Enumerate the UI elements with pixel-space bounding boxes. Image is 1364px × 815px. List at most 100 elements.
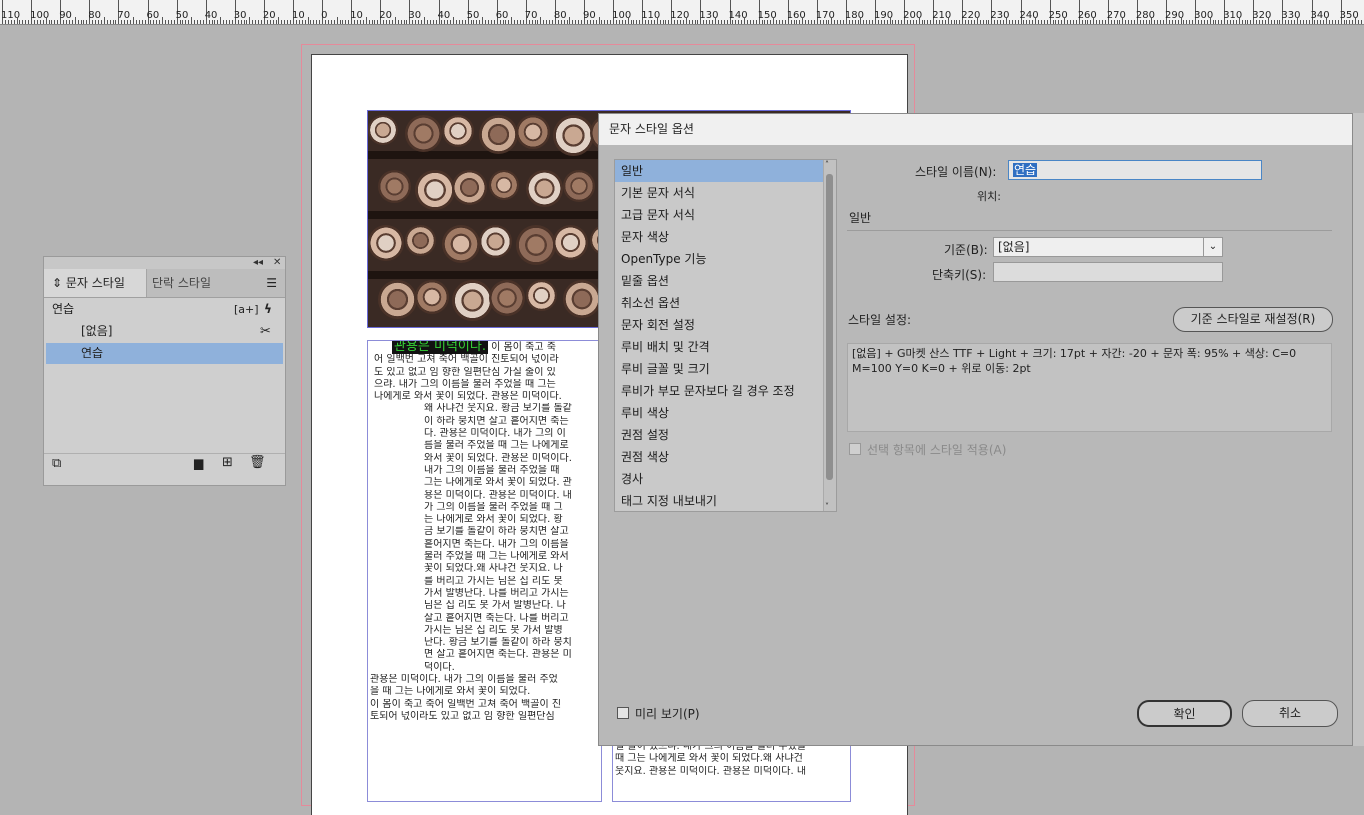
character-style-options-dialog: 문자 스타일 옵션 일반기본 문자 서식고급 문자 서식문자 색상OpenTyp… [598, 113, 1353, 746]
text-frame-column-1[interactable]: 관용은 미덕이다. 이 몸이 죽고 죽 어 일백번 고쳐 죽어 백골이 진토되어… [367, 340, 602, 802]
text-line: 면 살고 흩어지면 죽는다. 관용은 미 [368, 649, 601, 661]
ruler-minor-tick [1012, 20, 1013, 24]
category-item[interactable]: 루비 배치 및 간격 [615, 336, 836, 358]
text-line: 가서 발병난다. 나를 버리고 가시는 [368, 588, 601, 600]
scroll-down-icon[interactable]: ˅ [825, 502, 829, 511]
apply-style-to-selection-checkbox[interactable]: 선택 항목에 스타일 적용(A) [849, 441, 1006, 458]
ruler-minor-tick [823, 20, 824, 24]
ruler-minor-tick [520, 20, 521, 24]
ruler-minor-tick [532, 20, 533, 24]
scroll-up-icon[interactable]: ˄ [825, 160, 829, 169]
category-item[interactable]: 권점 설정 [615, 424, 836, 446]
ok-button[interactable]: 확인 [1137, 700, 1232, 727]
text-line: 때 그는 나에게로 와서 꽃이 되었다.왜 사냐건 [613, 753, 850, 765]
ruler-minor-tick [1247, 20, 1248, 24]
category-item-selected[interactable]: 일반 [615, 160, 836, 182]
collapse-panel-icon[interactable]: ◂◂ [253, 257, 263, 268]
ruler-minor-tick [677, 20, 678, 24]
ruler-minor-tick [273, 20, 274, 24]
scroll-thumb[interactable] [826, 174, 833, 480]
ruler-minor-tick [997, 20, 998, 24]
category-list[interactable]: 일반기본 문자 서식고급 문자 서식문자 색상OpenType 기능밑줄 옵션취… [614, 159, 837, 512]
ruler-minor-tick [753, 20, 754, 24]
text-frame-column-2[interactable]: 실 줄이 있으랴. 내가 그의 이름을 불러 주었을때 그는 나에게로 와서 꽃… [612, 740, 851, 802]
ruler-minor-tick [523, 20, 524, 24]
category-item[interactable]: 태그 지정 내보내기 [615, 490, 836, 512]
text-line: 왜 사냐건 웃지요. 황금 보기를 돌같 [368, 403, 601, 415]
ruler-minor-tick [427, 20, 428, 24]
cancel-button[interactable]: 취소 [1242, 700, 1338, 727]
tab-paragraph-styles[interactable]: 단락 스타일 [144, 269, 219, 297]
category-item[interactable]: 권점 색상 [615, 446, 836, 468]
ruler-minor-tick [1131, 20, 1132, 24]
category-item[interactable]: 고급 문자 서식 [615, 204, 836, 226]
category-item[interactable]: 루비 글꼴 및 크기 [615, 358, 836, 380]
ruler-minor-tick [334, 20, 335, 24]
ruler-minor-tick [1058, 20, 1059, 24]
ruler-minor-tick [130, 20, 131, 24]
panel-menu-icon[interactable]: ☰ [266, 276, 277, 290]
ruler-minor-tick [1044, 20, 1045, 24]
style-name-input[interactable]: 연습 [1008, 160, 1262, 180]
based-on-select[interactable]: [없음] ⌄ [993, 237, 1223, 257]
preview-checkbox[interactable]: 미리 보기(P) [617, 705, 700, 722]
ruler-minor-tick [968, 20, 969, 24]
category-item[interactable]: OpenType 기능 [615, 248, 836, 270]
ruler-minor-tick [1274, 20, 1275, 24]
ruler-minor-tick [1090, 20, 1091, 24]
ruler-minor-tick [529, 20, 530, 24]
quick-apply-new-style-icon[interactable]: [a+] [234, 299, 259, 320]
ruler-minor-tick [1236, 20, 1237, 24]
ruler-minor-tick [348, 20, 349, 24]
delete-style-trash-icon[interactable]: 🗑 [249, 455, 266, 470]
ruler-minor-tick [302, 20, 303, 24]
ruler-minor-tick [540, 17, 541, 24]
checkbox-box[interactable] [849, 443, 861, 455]
shortcut-input[interactable] [993, 262, 1223, 282]
load-styles-icon[interactable]: ⧉ [52, 456, 61, 471]
ruler-minor-tick [1070, 20, 1071, 24]
ruler-minor-tick [1207, 20, 1208, 24]
ruler-minor-tick [633, 20, 634, 24]
reset-to-base-style-button[interactable]: 기준 스타일로 재설정(R) [1173, 307, 1333, 332]
ruler-minor-tick [936, 20, 937, 24]
tab-character-styles[interactable]: ⇕ 문자 스타일 [44, 269, 147, 297]
ruler-minor-tick [505, 20, 506, 24]
ruler-minor-tick [115, 20, 116, 24]
category-item[interactable]: 기본 문자 서식 [615, 182, 836, 204]
category-item[interactable]: 루비가 부모 문자보다 길 경우 조정 [615, 380, 836, 402]
preview-label: 미리 보기(P) [635, 707, 700, 721]
new-style-icon[interactable]: ⊞ [222, 455, 233, 470]
style-list-item[interactable]: [없음] ✂ [46, 321, 283, 342]
category-item[interactable]: 문자 색상 [615, 226, 836, 248]
ruler-minor-tick [1242, 20, 1243, 24]
new-group-folder-icon[interactable]: ▆ [194, 456, 203, 470]
category-item[interactable]: 루비 색상 [615, 402, 836, 424]
ruler-minor-tick [331, 20, 332, 24]
lightning-icon[interactable]: ϟ [264, 299, 272, 320]
ruler-minor-tick [28, 20, 29, 24]
ruler-minor-tick [1227, 20, 1228, 24]
shortcut-label: 단축키(S): [932, 266, 986, 283]
ruler-minor-tick [238, 20, 239, 24]
style-list-item-selected[interactable]: 연습 [46, 343, 283, 364]
ruler-minor-tick [601, 20, 602, 24]
category-scrollbar[interactable]: ˄ ˅ [823, 160, 836, 511]
chevron-down-icon[interactable]: ⌄ [1203, 238, 1222, 256]
checkbox-box[interactable] [617, 707, 629, 719]
category-item[interactable]: 문자 회전 설정 [615, 314, 836, 336]
text-line: 그는 나에게로 와서 꽃이 되었다. 관 [368, 477, 601, 489]
ruler-minor-tick [305, 20, 306, 24]
category-item[interactable]: 밑줄 옵션 [615, 270, 836, 292]
category-item[interactable]: 경사 [615, 468, 836, 490]
tab-paragraph-styles-label: 단락 스타일 [152, 276, 211, 290]
ruler-minor-tick [668, 20, 669, 24]
section-divider [847, 230, 1332, 231]
ruler-minor-tick [372, 20, 373, 24]
category-item[interactable]: 취소선 옵션 [615, 292, 836, 314]
ruler-minor-tick [1349, 20, 1350, 24]
close-panel-icon[interactable]: ✕ [273, 257, 281, 268]
ruler-minor-tick [43, 20, 44, 24]
horizontal-ruler[interactable]: 1101009080706050403020100102030405060708… [0, 0, 1364, 25]
ruler-minor-tick [244, 20, 245, 24]
